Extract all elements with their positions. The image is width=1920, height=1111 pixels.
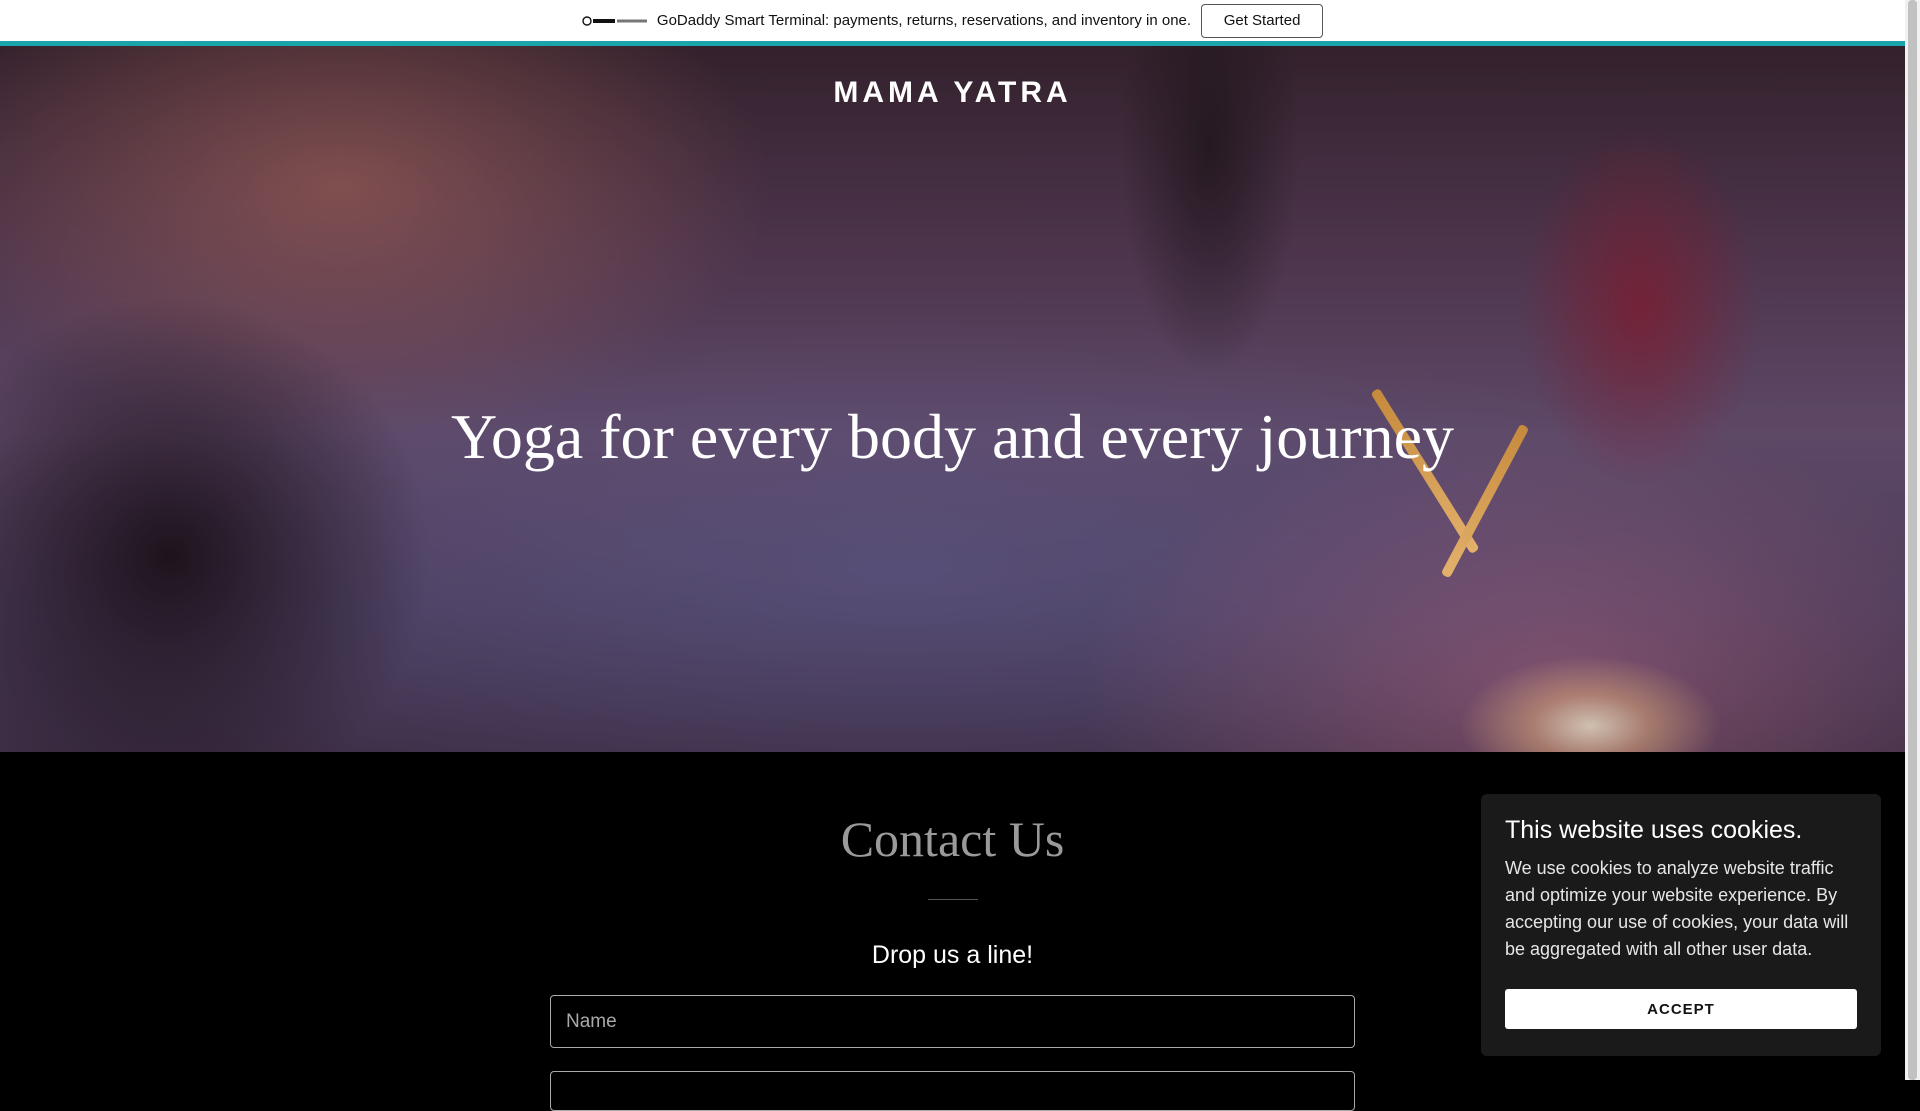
cookie-banner: This website uses cookies. We use cookie… [1481,794,1881,1056]
email-input[interactable] [550,1071,1355,1111]
hero-overlay [0,46,1905,752]
name-input[interactable] [550,995,1355,1048]
promo-banner: GoDaddy Smart Terminal: payments, return… [0,0,1905,46]
accept-cookies-button[interactable]: ACCEPT [1505,989,1857,1029]
site-title[interactable]: MAMA YATRA [0,76,1905,110]
promo-text: GoDaddy Smart Terminal: payments, return… [656,12,1192,29]
hero-section: MAMA YATRA Yoga for every body and every… [0,46,1905,752]
get-started-button[interactable]: Get Started [1201,3,1324,38]
scrollbar[interactable] [1905,0,1920,1080]
cookie-title: This website uses cookies. [1505,816,1803,844]
godaddy-payments-logo [582,15,648,27]
hero-heading: Yoga for every body and every journey [451,401,1454,472]
cookie-body: We use cookies to analyze website traffi… [1505,858,1849,959]
section-divider [928,899,978,900]
scrollbar-thumb[interactable] [1908,0,1917,1080]
